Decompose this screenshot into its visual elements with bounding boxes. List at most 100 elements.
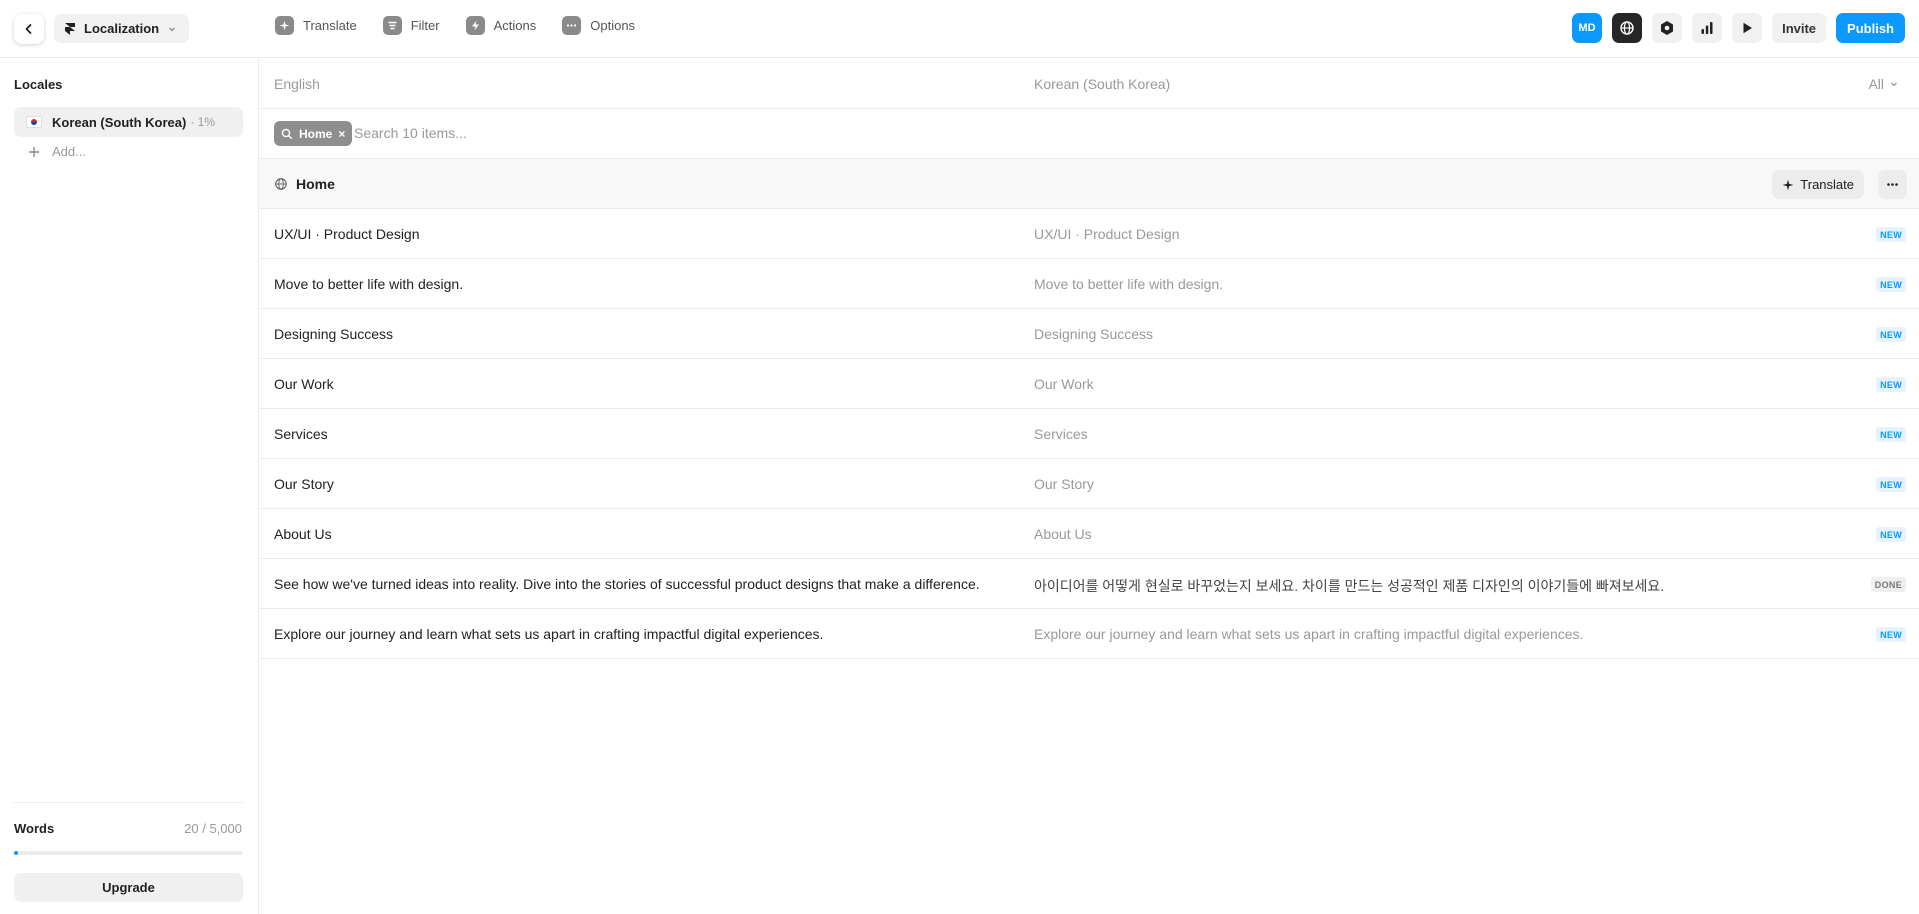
globe-icon [275, 178, 287, 190]
project-name: Localization [84, 21, 160, 36]
localization-button[interactable] [1612, 13, 1643, 43]
status-filter-dropdown[interactable]: All [1868, 76, 1899, 92]
translation-row[interactable]: Move to better life with design. Move to… [259, 259, 1919, 309]
translate-group-button[interactable]: Translate [1772, 170, 1864, 199]
words-progress-bar [14, 851, 243, 855]
chevron-down-icon [1891, 82, 1897, 87]
translation-row[interactable]: Our Story Our Story NEW [259, 459, 1919, 509]
translation-row[interactable]: Our Work Our Work NEW [259, 359, 1919, 409]
status-badge: NEW [1876, 627, 1906, 642]
avatar[interactable]: MD [1572, 13, 1603, 43]
sidebar: Locales Korean (South Korea) · 1% Add...… [0, 58, 259, 914]
translation-row[interactable]: About Us About Us NEW [259, 509, 1919, 559]
sidebar-item-korean[interactable]: Korean (South Korea) · 1% [14, 107, 243, 137]
status-badge: DONE [1870, 577, 1906, 592]
status-badge: NEW [1876, 427, 1906, 442]
search-bar: Home × [259, 109, 1919, 159]
close-icon[interactable]: × [338, 127, 345, 141]
plus-icon [29, 146, 39, 157]
group-header: Home Translate [259, 159, 1919, 209]
toolbar-actions-label: Actions [493, 18, 537, 33]
translation-row[interactable]: Explore our journey and learn what sets … [259, 609, 1919, 659]
target-text: Services [1034, 426, 1088, 442]
play-icon [1743, 22, 1753, 34]
group-title: Home [296, 176, 335, 192]
target-text: Explore our journey and learn what sets … [1034, 626, 1584, 642]
dots-icon [562, 16, 582, 35]
search-icon [281, 128, 293, 139]
add-locale-label: Add... [52, 144, 86, 159]
bolt-icon [465, 16, 485, 35]
status-filter-value: All [1868, 76, 1884, 92]
project-menu-button[interactable]: Localization [54, 14, 190, 43]
invite-button[interactable]: Invite [1772, 13, 1827, 43]
column-header: English Korean (South Korea) All [259, 58, 1919, 109]
source-text: About Us [274, 526, 332, 542]
main-content: English Korean (South Korea) All Home × … [259, 58, 1919, 914]
toolbar-options-label: Options [590, 18, 636, 33]
bar-chart-icon [1701, 22, 1713, 34]
target-text: UX/UI · Product Design [1034, 226, 1180, 242]
globe-icon [1620, 21, 1634, 35]
target-text: Our Work [1034, 376, 1094, 392]
target-text: 아이디어를 어떻게 현실로 바꾸었는지 보세요. 차이를 만드는 성공적인 제품… [1034, 578, 1665, 594]
source-text: Services [274, 426, 328, 442]
gear-icon [1661, 21, 1674, 35]
toolbar-translate[interactable]: Translate [275, 16, 357, 35]
source-text: UX/UI · Product Design [274, 226, 420, 242]
source-text: See how we've turned ideas into reality.… [274, 576, 980, 592]
header-right-actions: MD Invite Publish [1572, 13, 1905, 43]
status-badge: NEW [1876, 527, 1906, 542]
translate-group-label: Translate [1800, 177, 1854, 192]
upgrade-button[interactable]: Upgrade [14, 873, 243, 902]
target-text: Move to better life with design. [1034, 276, 1224, 292]
framer-logo-icon [65, 22, 75, 35]
toolbar: Translate Filter Actions Options [275, 16, 635, 35]
toolbar-options[interactable]: Options [562, 16, 635, 35]
source-text: Our Story [274, 476, 334, 492]
source-text: Designing Success [274, 326, 394, 342]
toolbar-filter[interactable]: Filter [382, 16, 440, 35]
words-progress-fill [14, 851, 19, 855]
search-input[interactable] [354, 119, 954, 147]
publish-button[interactable]: Publish [1836, 13, 1905, 43]
toolbar-actions[interactable]: Actions [465, 16, 537, 35]
status-badge: NEW [1876, 277, 1906, 292]
target-text: Our Story [1034, 476, 1094, 492]
sparkle-icon [1782, 179, 1794, 190]
source-text: Our Work [274, 376, 334, 392]
source-text: Move to better life with design. [274, 276, 464, 292]
translation-row[interactable]: UX/UI · Product Design UX/UI · Product D… [259, 209, 1919, 259]
top-bar: Localization Translate Filter Actions Op… [0, 0, 1919, 58]
filter-icon [382, 16, 402, 35]
korea-flag-icon [26, 116, 42, 128]
chevron-left-icon [25, 24, 32, 34]
settings-button[interactable] [1652, 13, 1683, 43]
add-locale-button[interactable]: Add... [28, 144, 86, 159]
source-language-header: English [274, 76, 320, 92]
toolbar-filter-label: Filter [410, 18, 440, 33]
status-badge: NEW [1876, 327, 1906, 342]
filter-chip[interactable]: Home × [274, 121, 353, 146]
status-badge: NEW [1876, 227, 1906, 242]
chevron-down-icon [169, 27, 176, 31]
status-badge: NEW [1876, 477, 1906, 492]
back-button[interactable] [14, 14, 44, 44]
locale-progress: · 1% [190, 115, 216, 129]
status-badge: NEW [1876, 377, 1906, 392]
analytics-button[interactable] [1692, 13, 1723, 43]
translation-row[interactable]: Designing Success Designing Success NEW [259, 309, 1919, 359]
target-language-header: Korean (South Korea) [1034, 76, 1171, 92]
more-horizontal-icon [1887, 183, 1898, 186]
filter-chip-label: Home [299, 126, 333, 141]
translation-row[interactable]: Services Services NEW [259, 409, 1919, 459]
translation-list: UX/UI · Product Design UX/UI · Product D… [259, 209, 1919, 659]
target-text: Designing Success [1034, 326, 1154, 342]
preview-button[interactable] [1732, 13, 1763, 43]
more-options-button[interactable] [1878, 170, 1907, 199]
target-text: About Us [1034, 526, 1092, 542]
translation-row[interactable]: See how we've turned ideas into reality.… [259, 559, 1919, 609]
toolbar-translate-label: Translate [303, 18, 357, 33]
words-count: 20 / 5,000 [184, 821, 242, 836]
locale-name: Korean (South Korea) [52, 114, 187, 130]
